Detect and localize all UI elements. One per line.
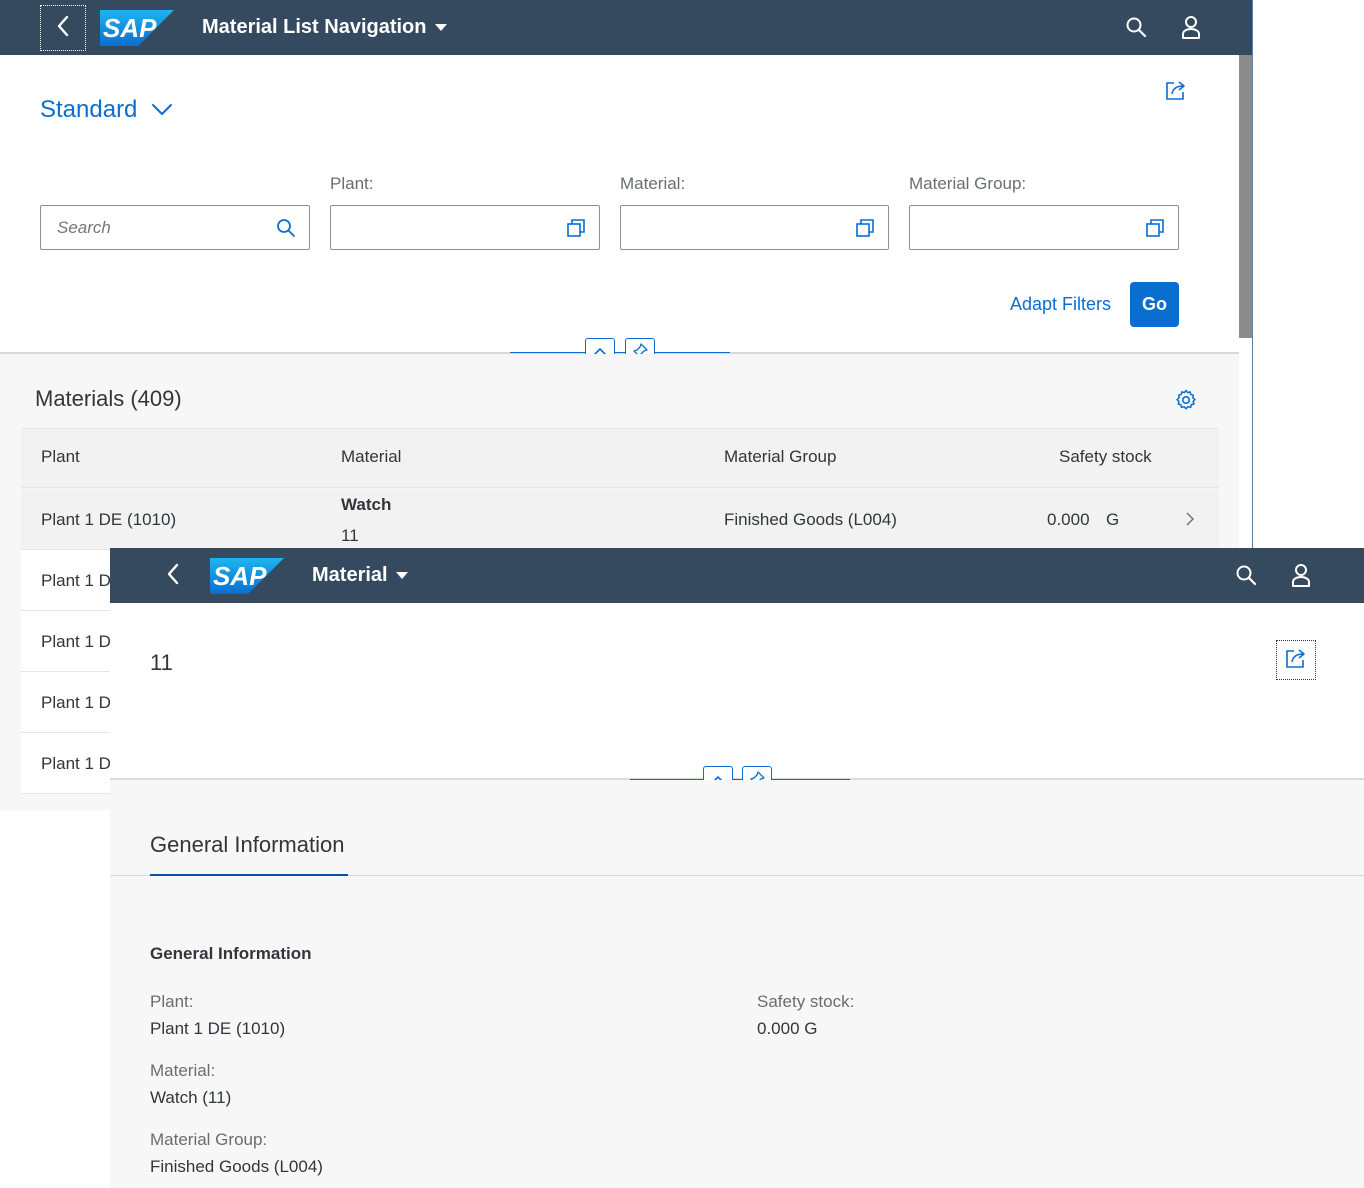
variant-selector[interactable]: Standard bbox=[40, 96, 173, 124]
table-title: Materials (409) bbox=[35, 386, 182, 411]
app-title: Material bbox=[312, 564, 388, 586]
chevron-down-icon bbox=[137, 96, 173, 124]
value-help-icon[interactable] bbox=[854, 217, 876, 239]
plant-label: Plant: bbox=[150, 992, 194, 1011]
material-group-value: Finished Goods (L004) bbox=[150, 1157, 323, 1176]
share-button[interactable] bbox=[1276, 640, 1316, 680]
user-icon[interactable] bbox=[1288, 562, 1314, 588]
gear-icon[interactable] bbox=[1174, 388, 1198, 412]
material-detail-window: SAP Material 11 General Information Gene… bbox=[110, 548, 1364, 1188]
adapt-filters-button[interactable]: Adapt Filters bbox=[1010, 294, 1111, 315]
column-header-safety-stock[interactable]: Safety stock bbox=[1059, 447, 1152, 467]
cell-plant: Plant 1 D bbox=[41, 754, 111, 773]
column-header-plant[interactable]: Plant bbox=[41, 447, 80, 467]
share-button[interactable] bbox=[1156, 72, 1196, 112]
header-accent-line bbox=[510, 352, 730, 353]
anchor-bar bbox=[110, 780, 1364, 876]
cell-material-group: Finished Goods (L004) bbox=[724, 510, 897, 529]
safety-stock-value: 0.000 G bbox=[757, 1019, 818, 1038]
column-header-material[interactable]: Material bbox=[341, 447, 401, 467]
svg-text:SAP: SAP bbox=[103, 13, 157, 43]
section-title: General Information bbox=[150, 944, 312, 963]
cell-plant: Plant 1 DE (1010) bbox=[41, 510, 177, 529]
back-button[interactable] bbox=[40, 5, 86, 51]
material-group-filter-field[interactable] bbox=[909, 205, 1179, 250]
material-group-filter-label: Material Group: bbox=[909, 174, 1027, 193]
table-row[interactable]: Plant 1 DE (1010) Watch 11 Finished Good… bbox=[21, 489, 1219, 550]
cell-unit: G bbox=[1106, 510, 1120, 529]
search-field[interactable] bbox=[40, 205, 310, 250]
tab-selected-indicator bbox=[150, 874, 348, 876]
plant-filter-field[interactable] bbox=[330, 205, 600, 250]
app-title: Material List Navigation bbox=[202, 16, 427, 38]
column-header-material-group[interactable]: Material Group bbox=[724, 447, 836, 467]
material-filter-field[interactable] bbox=[620, 205, 889, 250]
material-filter-input[interactable] bbox=[621, 206, 888, 249]
value-help-icon[interactable] bbox=[1144, 217, 1166, 239]
material-value: Watch (11) bbox=[150, 1088, 232, 1107]
user-icon[interactable] bbox=[1178, 14, 1204, 40]
plant-filter-label: Plant: bbox=[330, 174, 374, 193]
back-button[interactable] bbox=[150, 553, 196, 599]
scrollbar-thumb[interactable] bbox=[1239, 55, 1252, 338]
table-header: Plant Material Material Group Safety sto… bbox=[21, 428, 1219, 488]
cell-plant: Plant 1 D bbox=[41, 632, 111, 651]
app-title-menu[interactable]: Material bbox=[312, 548, 408, 603]
sap-logo: SAP bbox=[100, 10, 174, 46]
search-icon[interactable] bbox=[275, 217, 297, 239]
material-group-filter-input[interactable] bbox=[910, 206, 1178, 249]
material-group-label: Material Group: bbox=[150, 1130, 268, 1149]
share-icon bbox=[1165, 79, 1187, 106]
caret-down-icon bbox=[395, 572, 408, 579]
value-help-icon[interactable] bbox=[565, 217, 587, 239]
object-header bbox=[110, 603, 1364, 780]
search-input[interactable] bbox=[41, 206, 309, 249]
object-title: 11 bbox=[150, 650, 173, 675]
caret-down-icon bbox=[434, 24, 447, 31]
tab-general-information[interactable]: General Information bbox=[150, 832, 344, 858]
cell-material-id: 11 bbox=[341, 526, 359, 545]
material-label: Material: bbox=[150, 1061, 216, 1080]
chevron-left-icon bbox=[56, 15, 70, 42]
chevron-left-icon bbox=[166, 563, 180, 590]
app-title-menu[interactable]: Material List Navigation bbox=[202, 0, 447, 55]
cell-plant: Plant 1 D bbox=[41, 571, 111, 590]
sap-logo: SAP bbox=[210, 558, 284, 594]
search-icon[interactable] bbox=[1123, 14, 1149, 40]
svg-text:SAP: SAP bbox=[213, 561, 267, 591]
cell-safety-stock: 0.000 bbox=[1047, 510, 1090, 529]
plant-value: Plant 1 DE (1010) bbox=[150, 1019, 286, 1038]
search-icon[interactable] bbox=[1233, 562, 1259, 588]
chevron-right-icon[interactable] bbox=[1183, 511, 1197, 527]
variant-name: Standard bbox=[40, 96, 138, 123]
shell-bar: SAP Material List Navigation bbox=[0, 0, 1252, 55]
material-filter-label: Material: bbox=[620, 174, 686, 193]
go-button[interactable]: Go bbox=[1130, 282, 1179, 327]
share-icon bbox=[1285, 647, 1307, 674]
plant-filter-input[interactable] bbox=[331, 206, 599, 249]
cell-plant: Plant 1 D bbox=[41, 693, 111, 712]
safety-stock-label: Safety stock: bbox=[757, 992, 855, 1011]
cell-material-name: Watch bbox=[341, 495, 392, 514]
shell-bar: SAP Material bbox=[110, 548, 1364, 603]
